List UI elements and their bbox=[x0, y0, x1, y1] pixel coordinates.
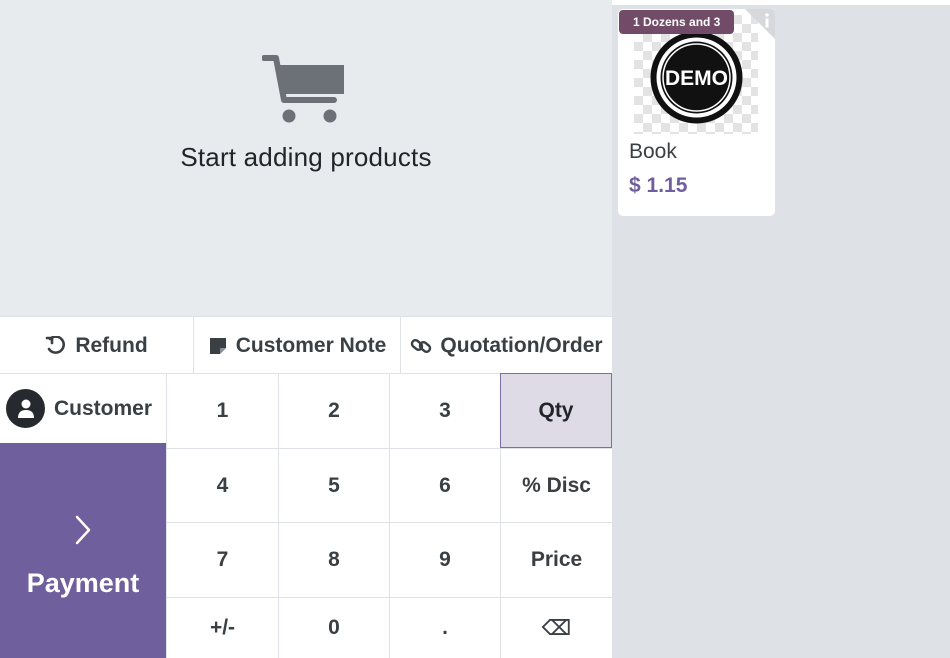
numpad-key-0[interactable]: 0 bbox=[278, 597, 389, 658]
backspace-icon[interactable]: ⌫ bbox=[500, 597, 612, 658]
product-pane-top-bar bbox=[612, 0, 950, 5]
empty-order-text: Start adding products bbox=[180, 142, 432, 172]
payment-button[interactable]: Payment bbox=[0, 443, 166, 658]
control-buttons: Refund Customer Note Quotation/Order bbox=[0, 316, 612, 374]
customer-label: Customer bbox=[54, 396, 153, 420]
qty-mode-button[interactable]: Qty bbox=[500, 373, 612, 448]
numpad-key-8[interactable]: 8 bbox=[278, 522, 389, 597]
payment-label: Payment bbox=[26, 568, 140, 598]
numpad-key-6[interactable]: 6 bbox=[389, 448, 500, 522]
cart-icon bbox=[262, 55, 344, 123]
quotation-order-button[interactable]: Quotation/Order bbox=[401, 317, 612, 374]
chevron-right-icon bbox=[75, 515, 91, 545]
numpad: 1 2 3 Qty 4 5 6 % Disc 7 8 9 Price +/- 0… bbox=[166, 373, 612, 658]
demo-logo-icon: DEMO bbox=[650, 31, 743, 124]
product-card[interactable]: DEMO 1 Dozens and 3 Book $ 1.15 bbox=[618, 9, 775, 216]
quantity-badge: 1 Dozens and 3 bbox=[619, 10, 735, 34]
numpad-key-1[interactable]: 1 bbox=[166, 373, 278, 448]
product-pane: DEMO 1 Dozens and 3 Book $ 1.15 bbox=[612, 0, 950, 658]
refund-label: Refund bbox=[75, 333, 148, 357]
user-icon bbox=[6, 389, 45, 428]
numpad-key-9[interactable]: 9 bbox=[389, 522, 500, 597]
plus-minus-button[interactable]: +/- bbox=[166, 597, 278, 658]
price-mode-button[interactable]: Price bbox=[500, 522, 612, 597]
customer-button[interactable]: Customer bbox=[0, 373, 166, 443]
numpad-key-7[interactable]: 7 bbox=[166, 522, 278, 597]
order-pane: Start adding products Refund Customer No… bbox=[0, 0, 612, 658]
numpad-key-3[interactable]: 3 bbox=[389, 373, 500, 448]
customer-note-button[interactable]: Customer Note bbox=[194, 317, 401, 374]
sticky-note-icon bbox=[209, 337, 226, 354]
numpad-key-5[interactable]: 5 bbox=[278, 448, 389, 522]
refund-button[interactable]: Refund bbox=[0, 317, 194, 374]
numpad-key-4[interactable]: 4 bbox=[166, 448, 278, 522]
product-price: $ 1.15 bbox=[629, 174, 688, 197]
demo-logo-text: DEMO bbox=[665, 67, 728, 90]
customer-note-label: Customer Note bbox=[235, 333, 387, 357]
numpad-key-2[interactable]: 2 bbox=[278, 373, 389, 448]
decimal-point-button[interactable]: . bbox=[389, 597, 500, 658]
discount-mode-button[interactable]: % Disc bbox=[500, 448, 612, 522]
quotation-order-label: Quotation/Order bbox=[440, 333, 603, 357]
product-name: Book bbox=[629, 140, 677, 163]
order-empty-state: Start adding products bbox=[0, 0, 612, 316]
info-icon[interactable] bbox=[745, 9, 775, 39]
link-icon bbox=[411, 338, 432, 353]
undo-icon bbox=[46, 335, 66, 354]
